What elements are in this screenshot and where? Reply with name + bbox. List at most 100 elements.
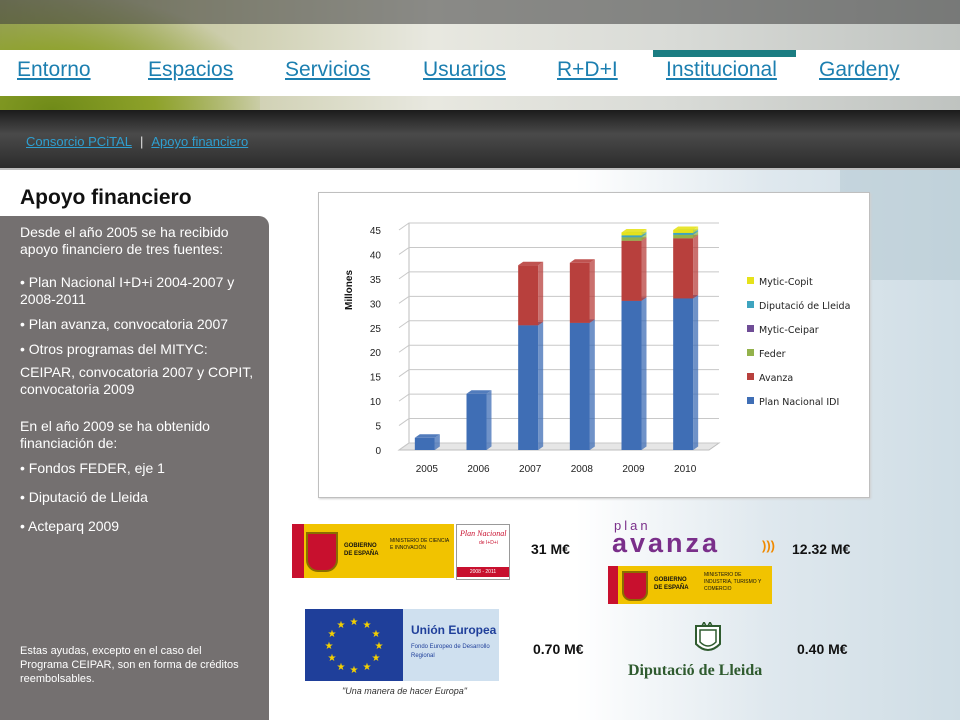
chart-bar-side [538, 321, 544, 450]
chart-x-tick-label: 2009 [622, 464, 645, 475]
chart-floor [397, 442, 721, 451]
chart-bar [673, 238, 694, 299]
eu-flag-icon: ★ ★ ★ ★ ★ ★ ★ ★ ★ ★ ★ ★ [305, 609, 403, 681]
chart-bar [621, 232, 642, 236]
chart-bar-side [486, 390, 492, 450]
chart-bar [621, 235, 642, 238]
chart-legend-label: Feder [759, 349, 786, 360]
chart-bar [621, 240, 642, 301]
plan-avanza-word: avanza [612, 528, 721, 558]
ue-motto: "Una manera de hacer Europa" [342, 686, 467, 696]
chart-y-tick-label: 40 [370, 250, 382, 261]
svg-text:★: ★ [328, 629, 337, 640]
funding-chart-svg: 0 5 10 15 20 25 30 35 40 45 Millones 2005 2006 2007 20… [344, 222, 850, 475]
nav-entorno[interactable]: Entorno [17, 58, 91, 82]
chart-y-tick-label: 45 [370, 226, 382, 237]
plan-nacional-years: 2008 - 2011 [457, 567, 509, 577]
chart-y-tick-label: 25 [370, 324, 382, 335]
spain-flag-stripe [608, 566, 618, 604]
amount-feder: 0.70 M€ [533, 641, 584, 657]
chart-x-tick-label: 2006 [467, 464, 490, 475]
gobierno-line1: GOBIERNO [344, 543, 377, 549]
chart-legend-swatch [747, 373, 754, 380]
breadcrumb-separator: | [139, 134, 144, 149]
nav-espacios[interactable]: Espacios [148, 58, 233, 82]
breadcrumb-apoyo[interactable]: Apoyo financiero [151, 134, 248, 149]
chart-y-tick-label: 35 [370, 275, 382, 286]
gobierno-industria-logo: GOBIERNO DE ESPAÑA MINISTERIO DE INDUSTR… [608, 566, 772, 604]
chart-bar-side [641, 237, 647, 301]
chart-legend-label: Diputació de Lleida [759, 301, 850, 312]
chart-x-tick-label: 2005 [416, 464, 439, 475]
chart-bar [673, 234, 694, 239]
chart-legend-label: Avanza [759, 373, 793, 384]
nav-usuarios[interactable]: Usuarios [423, 58, 506, 82]
nav-rdi[interactable]: R+D+I [557, 58, 618, 82]
plan-nacional-sub: de I+D+i [479, 540, 498, 546]
chart-bar-side [693, 294, 699, 450]
diputacio-name: Diputació de Lleida [628, 662, 763, 679]
chart-bar-side [641, 297, 647, 450]
funding-chart: 0 5 10 15 20 25 30 35 40 45 Millones 2005 2006 2007 20… [318, 192, 870, 498]
gobierno-line2: DE ESPAÑA [344, 551, 379, 557]
mityc-programs: CEIPAR, convocatoria 2007 y COPIT, convo… [20, 364, 254, 397]
intro-2009: En el año 2009 se ha obtenido financiaci… [20, 418, 210, 451]
chart-x-tick-label: 2008 [571, 464, 594, 475]
svg-text:★: ★ [350, 617, 359, 628]
bullet-plan-nacional: • Plan Nacional I+D+i 2004-2007 y 2008-2… [20, 274, 235, 307]
chart-y-tick-label: 10 [370, 397, 382, 408]
coat-of-arms-icon [622, 571, 648, 601]
svg-text:★: ★ [350, 665, 359, 676]
chart-gridline [398, 222, 719, 231]
chart-x-tick-label: 2007 [519, 464, 542, 475]
chart-y-tick-label: 20 [370, 348, 382, 359]
chart-bar [673, 298, 694, 450]
amount-avanza: 12.32 M€ [792, 541, 851, 557]
intro-text: Desde el año 2005 se ha recibido apoyo f… [20, 224, 229, 257]
page-title: Apoyo financiero [20, 186, 192, 209]
chart-gridline [398, 344, 719, 353]
diputacio-lleida-logo: Diputació de Lleida [626, 620, 790, 688]
info-panel-text: Desde el año 2005 se ha recibido apoyo f… [20, 224, 256, 685]
chart-bar-side [693, 234, 699, 299]
chart-legend-label: Mytic-Copit [759, 277, 813, 288]
ue-title: Unión Europea [411, 623, 497, 637]
svg-text:★: ★ [363, 620, 372, 631]
svg-text:★: ★ [375, 641, 384, 652]
coat-of-arms-icon [306, 532, 338, 572]
svg-text:★: ★ [325, 641, 334, 652]
svg-text:★: ★ [337, 662, 346, 673]
ue-subtitle: Fondo Europeo de Desarrollo Regional [411, 644, 490, 659]
nav-servicios[interactable]: Servicios [285, 58, 370, 82]
svg-text:★: ★ [363, 662, 372, 673]
chart-legend-swatch [747, 301, 754, 308]
bullet-acteparq: • Acteparq 2009 [20, 518, 120, 534]
breadcrumb-consorcio[interactable]: Consorcio PCiTAL [26, 134, 132, 149]
chart-bar [621, 300, 642, 450]
chart-gridline [398, 369, 719, 378]
chart-bar-side [538, 261, 544, 326]
chart-legend-swatch [747, 277, 754, 284]
chart-y-tick-label: 15 [370, 373, 382, 384]
chart-bar [569, 322, 590, 450]
svg-text:★: ★ [372, 653, 381, 664]
chart-gridline [398, 246, 719, 255]
nav-gardeny[interactable]: Gardeny [819, 58, 900, 82]
gobierno-line1: GOBIERNO [654, 577, 687, 583]
chart-gridline [398, 271, 719, 280]
chart-bar [466, 393, 487, 450]
chart-y-tick-label: 0 [375, 446, 381, 457]
svg-text:★: ★ [328, 653, 337, 664]
chart-gridline [398, 320, 719, 329]
bullet-mityc: • Otros programas del MITYC: [20, 341, 208, 357]
main-nav: Entorno Espacios Servicios Usuarios R+D+… [0, 58, 960, 88]
ministerio-ciencia-text: MINISTERIO DE CIENCIA E INNOVACIÓN [390, 538, 449, 551]
svg-text:★: ★ [337, 620, 346, 631]
chart-bar [414, 437, 435, 450]
chart-gridline [398, 295, 719, 304]
bullet-plan-avanza: • Plan avanza, convocatoria 2007 [20, 316, 229, 332]
breadcrumb: Consorcio PCiTAL | Apoyo financiero [26, 134, 248, 149]
plan-nacional-logo: Plan Nacional de I+D+i 2008 - 2011 [456, 524, 510, 580]
active-tab-indicator [653, 50, 796, 57]
nav-institucional[interactable]: Institucional [666, 58, 777, 82]
